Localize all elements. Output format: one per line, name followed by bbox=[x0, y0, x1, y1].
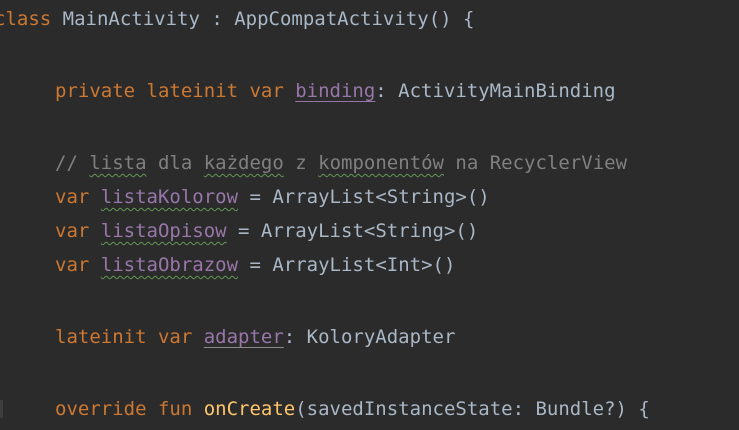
adapter-type: : KoloryAdapter bbox=[283, 326, 456, 348]
comment-text-dla: dla bbox=[146, 152, 204, 174]
lista-obrazow-initializer: = ArrayList<Int>() bbox=[238, 254, 456, 276]
comment-word-kazdego: każdego bbox=[203, 152, 284, 174]
class-signature: MainActivity : AppCompatActivity() { bbox=[51, 8, 475, 30]
keyword-var: var bbox=[55, 186, 101, 208]
comment-word-komponentow: komponentów bbox=[318, 152, 444, 174]
code-line-adapter[interactable]: lateinit var adapter: KoloryAdapter bbox=[55, 324, 455, 350]
code-editor[interactable]: class MainActivity : AppCompatActivity()… bbox=[0, 0, 739, 430]
keyword-override-fun: override fun bbox=[55, 398, 204, 420]
code-line-on-create[interactable]: override fun onCreate(savedInstanceState… bbox=[55, 396, 650, 422]
gutter-override-marker[interactable] bbox=[0, 400, 3, 418]
keyword-class: class bbox=[0, 8, 52, 30]
property-lista-obrazow[interactable]: listaObrazow bbox=[101, 254, 238, 276]
keyword-var: var bbox=[55, 220, 101, 242]
code-line-binding[interactable]: private lateinit var binding: ActivityMa… bbox=[55, 78, 616, 104]
code-line-class-declaration[interactable]: class MainActivity : AppCompatActivity()… bbox=[0, 6, 474, 32]
binding-type: : ActivityMainBinding bbox=[375, 80, 616, 102]
lista-opisow-initializer: = ArrayList<String>() bbox=[226, 220, 479, 242]
code-line-lista-kolorow[interactable]: var listaKolorow = ArrayList<String>() bbox=[55, 184, 490, 210]
code-line-lista-opisow[interactable]: var listaOpisow = ArrayList<String>() bbox=[55, 218, 478, 244]
comment-word-lista: lista bbox=[89, 152, 147, 174]
property-lista-kolorow[interactable]: listaKolorow bbox=[101, 186, 238, 208]
keyword-private-lateinit-var: private lateinit var bbox=[55, 80, 296, 102]
on-create-signature: (savedInstanceState: Bundle?) { bbox=[295, 398, 650, 420]
code-line-lista-obrazow[interactable]: var listaObrazow = ArrayList<Int>() bbox=[55, 252, 455, 278]
property-binding[interactable]: binding bbox=[295, 80, 375, 102]
comment-prefix: // bbox=[55, 152, 90, 174]
comment-text-recyclerview: na RecyclerView bbox=[443, 152, 628, 174]
function-on-create[interactable]: onCreate bbox=[204, 398, 296, 420]
property-adapter[interactable]: adapter bbox=[204, 326, 284, 348]
property-lista-opisow[interactable]: listaOpisow bbox=[101, 220, 227, 242]
lista-kolorow-initializer: = ArrayList<String>() bbox=[238, 186, 490, 208]
code-line-comment[interactable]: // lista dla każdego z komponentów na Re… bbox=[55, 150, 627, 176]
keyword-var: var bbox=[55, 254, 101, 276]
comment-text-z: z bbox=[283, 152, 319, 174]
keyword-lateinit-var: lateinit var bbox=[55, 326, 204, 348]
